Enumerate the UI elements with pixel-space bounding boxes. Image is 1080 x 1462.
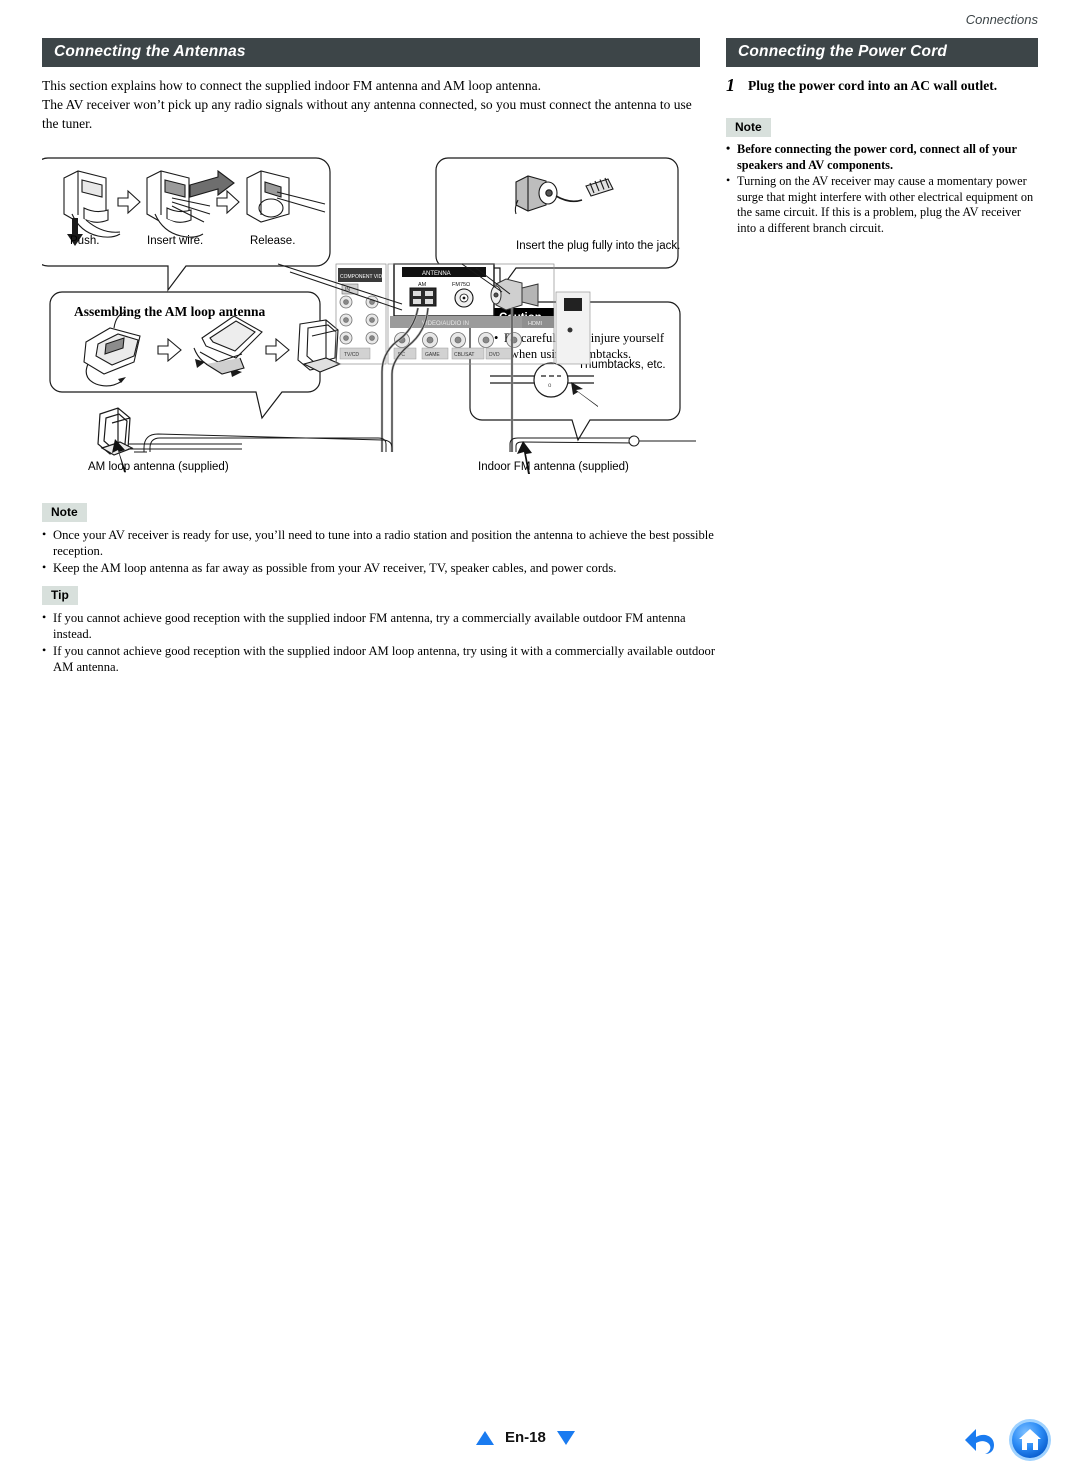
home-icon[interactable] xyxy=(1008,1418,1052,1462)
triangle-down-icon[interactable] xyxy=(556,1430,575,1445)
am-loop-step-3 xyxy=(297,319,342,373)
antenna-connection-diagram: Push. Insert wire. Release. Insert the p… xyxy=(42,152,702,482)
jack-label-0: TV/CD xyxy=(344,352,359,358)
note-list-right: Before connecting the power cord, connec… xyxy=(726,141,1038,236)
thumbtacks-label: Thumbtacks, etc. xyxy=(578,359,666,371)
back-arrow-icon[interactable] xyxy=(962,1420,1002,1460)
tip-block: Tip If you cannot achieve good reception… xyxy=(42,586,722,675)
wire-step-label-1: Insert wire. xyxy=(147,235,203,247)
step-text: Plug the power cord into an AC wall outl… xyxy=(748,78,998,93)
intro-paragraph-1: This section explains how to connect the… xyxy=(42,78,542,93)
note-item: Once your AV receiver is ready for use, … xyxy=(42,526,722,559)
caution-bullet-icon: • xyxy=(494,331,498,345)
step-1: 1 Plug the power cord into an AC wall ou… xyxy=(726,75,1038,95)
note-block-right: Note Before connecting the power cord, c… xyxy=(726,118,1038,236)
wire-step-label-2: Release. xyxy=(250,235,295,247)
step-number: 1 xyxy=(726,75,735,95)
am-terminal-label: AM xyxy=(418,282,427,288)
antenna-label: ANTENNA xyxy=(422,271,451,277)
right-column: Connecting the Power Cord 1 Plug the pow… xyxy=(726,38,1038,237)
tip-badge: Tip xyxy=(42,586,78,605)
fm-terminal-label: FM75Ω xyxy=(452,282,470,288)
wire-step-label-0: Push. xyxy=(70,235,99,247)
tip-item: If you cannot achieve good reception wit… xyxy=(42,642,722,675)
hdmi-label: HDMI xyxy=(528,321,543,327)
note-item: Turning on the AV receiver may cause a m… xyxy=(726,173,1038,236)
jack-label-2: GAME xyxy=(425,352,440,358)
fm-antenna-illustration xyxy=(509,435,696,452)
section-title-antennas: Connecting the Antennas xyxy=(42,38,700,67)
bottom-notes-block: Note Once your AV receiver is ready for … xyxy=(42,503,722,676)
note-badge-left: Note xyxy=(42,503,87,522)
intro-text: This section explains how to connect the… xyxy=(42,76,700,133)
jack-label-3: CBL/SAT xyxy=(454,352,474,358)
note-list-left: Once your AV receiver is ready for use, … xyxy=(42,526,722,576)
note-item: Keep the AM loop antenna as far away as … xyxy=(42,559,722,576)
section-title-power-cord: Connecting the Power Cord xyxy=(726,38,1038,67)
component-video-label: COMPONENT VIDEO xyxy=(340,274,389,280)
am-antenna-label: AM loop antenna (supplied) xyxy=(88,461,229,473)
jack-label-4: DVD xyxy=(489,352,500,358)
page-label: En-18 xyxy=(505,1429,546,1446)
plug-caption: Insert the plug fully into the jack. xyxy=(516,240,680,252)
triangle-up-icon[interactable] xyxy=(476,1430,494,1445)
note-item: Before connecting the power cord, connec… xyxy=(726,141,1038,173)
wire-insert-callout: Push. Insert wire. Release. xyxy=(42,157,331,292)
manual-page: Connections Connecting the Antennas This… xyxy=(0,0,1080,1461)
pager: En-18 xyxy=(476,1429,575,1446)
note-badge-right: Note xyxy=(726,118,771,137)
am-loop-title: Assembling the AM loop antenna xyxy=(74,304,266,319)
am-loop-assembly-callout: Assembling the AM loop antenna xyxy=(49,291,342,420)
left-column: Connecting the Antennas This section exp… xyxy=(42,38,700,133)
running-head: Connections xyxy=(965,12,1038,27)
fm-antenna-label: Indoor FM antenna (supplied) xyxy=(478,461,629,473)
diagram-svg: Push. Insert wire. Release. Insert the p… xyxy=(42,157,696,474)
footer: En-18 xyxy=(0,706,1080,1461)
video-audio-row-label: VIDEO/AUDIO IN xyxy=(422,321,469,327)
tip-list: If you cannot achieve good reception wit… xyxy=(42,609,722,675)
intro-paragraph-2: The AV receiver won’t pick up any radio … xyxy=(42,97,692,131)
tip-item: If you cannot achieve good reception wit… xyxy=(42,609,722,642)
nav-icons xyxy=(962,1418,1052,1462)
rca-jack-group-left xyxy=(339,295,379,345)
